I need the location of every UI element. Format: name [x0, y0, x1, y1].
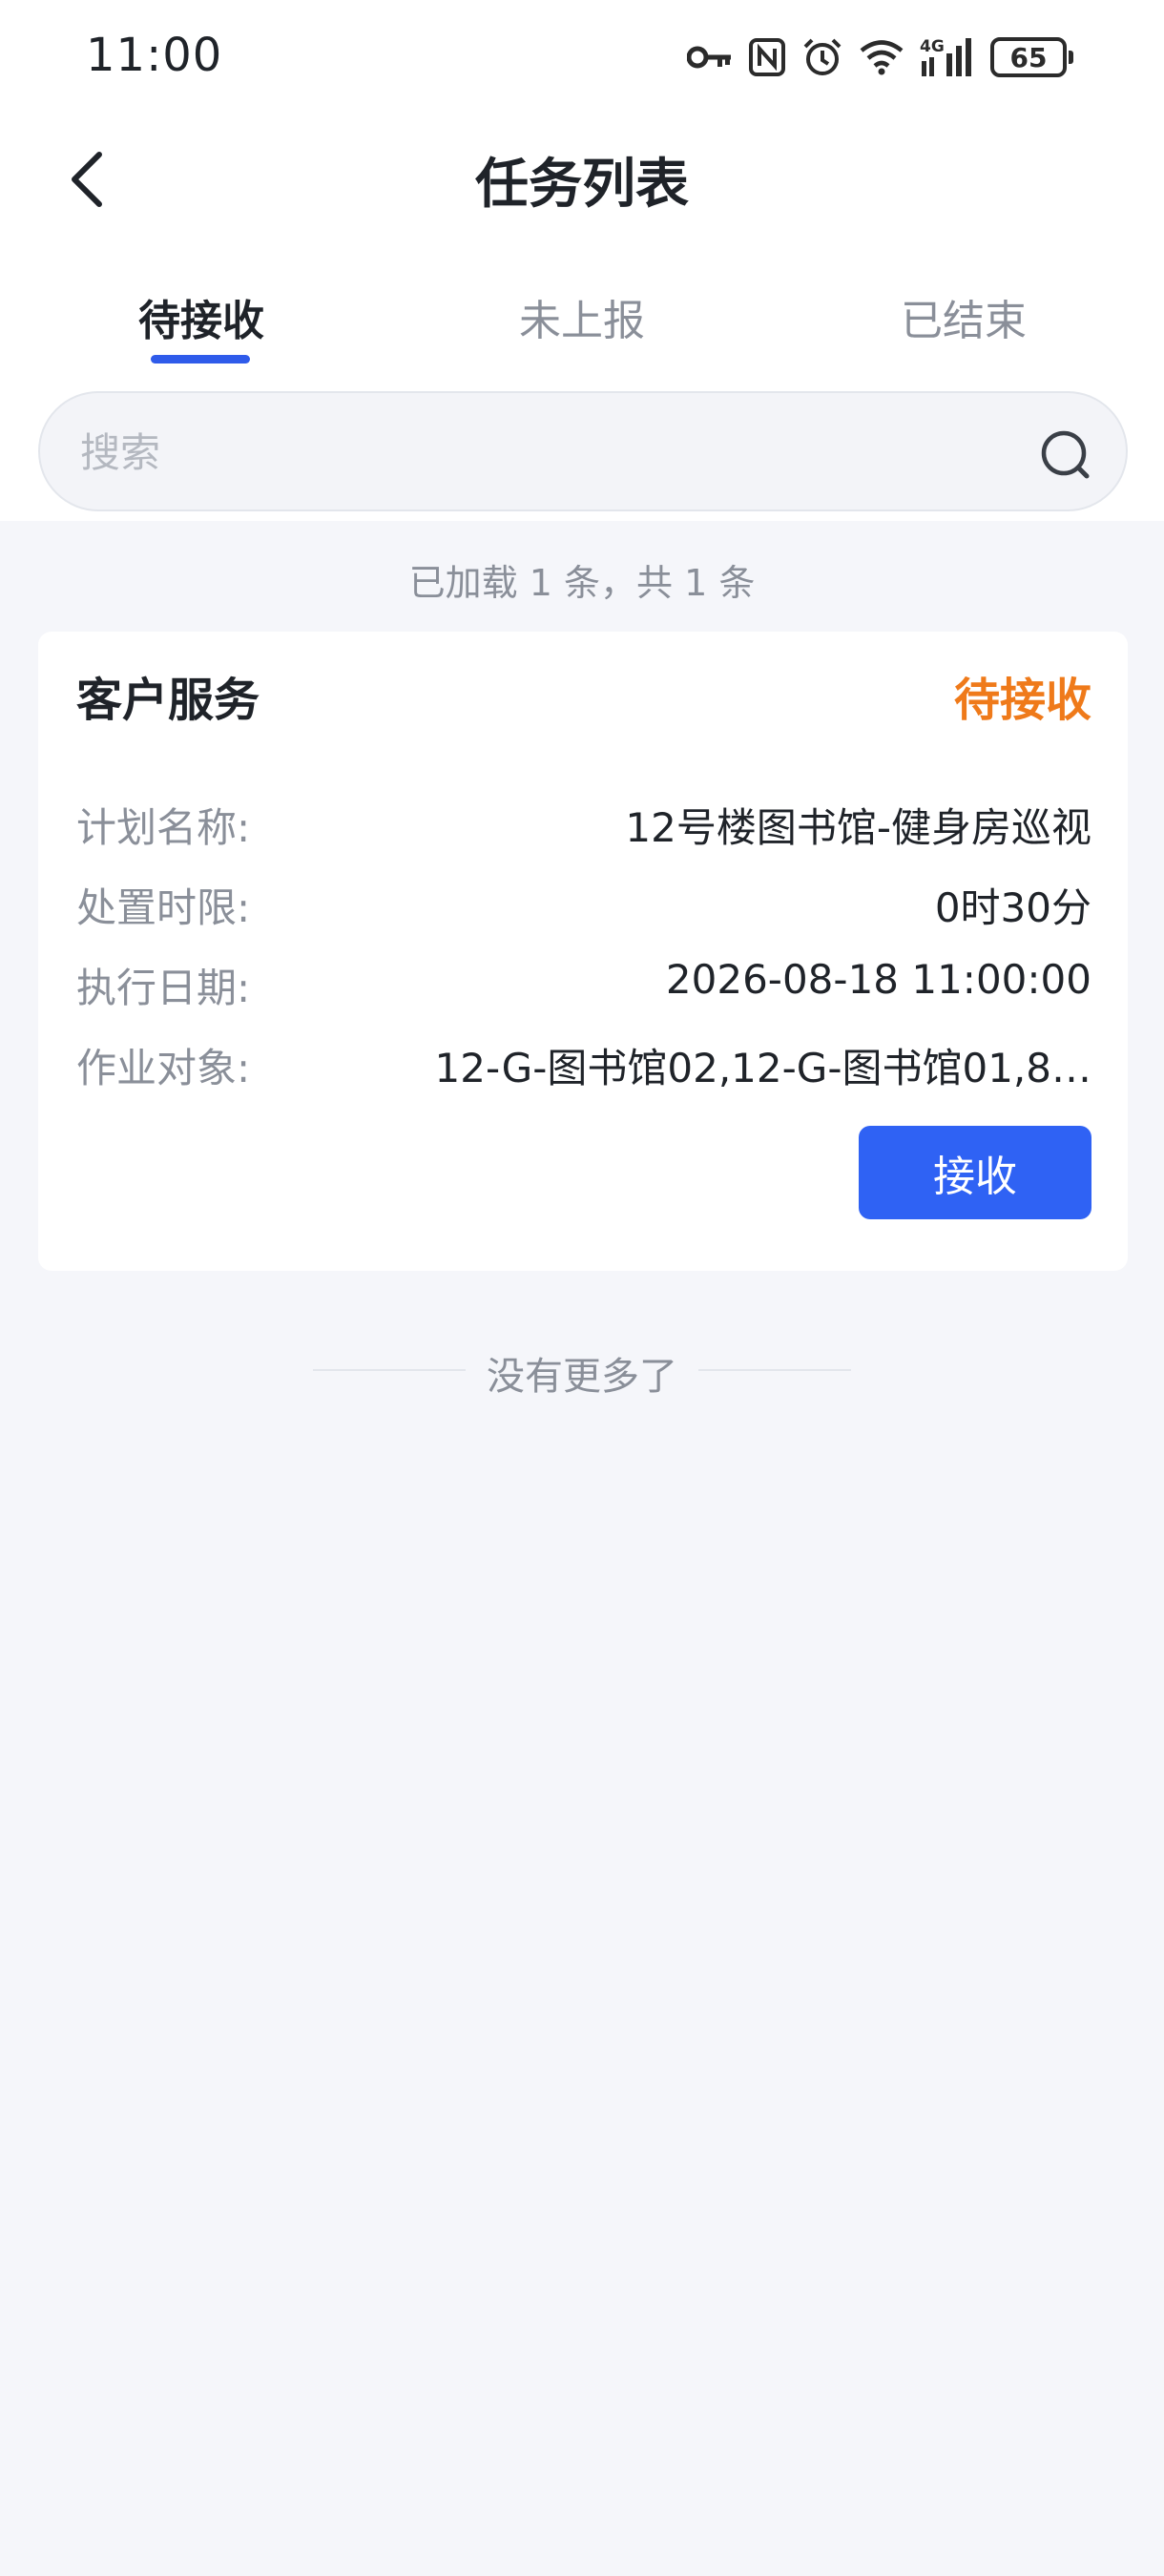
battery-icon: 65 — [990, 37, 1073, 77]
status-time: 11:00 — [86, 29, 223, 82]
tab-pending[interactable]: 待接收 — [10, 286, 392, 347]
plan-name-value: 12号楼图书馆-健身房巡视 — [625, 804, 1091, 851]
work-object-label: 作业对象: — [76, 1045, 251, 1091]
status-icons: 4G 65 — [687, 32, 1074, 82]
header: 任务列表 — [0, 124, 1164, 234]
active-tab-indicator — [151, 355, 250, 364]
search-bar — [38, 391, 1128, 511]
signal-icon: 4G — [920, 36, 975, 78]
plan-name-label: 计划名称: — [76, 804, 251, 851]
plan-name-row: 计划名称: 12号楼图书馆-健身房巡视 — [76, 796, 1091, 853]
task-card[interactable]: 客户服务 待接收 计划名称: 12号楼图书馆-健身房巡视 处置时限: 0时30分… — [38, 632, 1128, 1271]
battery-level: 65 — [1009, 41, 1048, 73]
status-badge: 待接收 — [953, 674, 1091, 727]
status-bar: 11:00 4G 65 — [0, 0, 1164, 114]
loaded-count-text: 已加载 1 条，共 1 条 — [408, 562, 756, 604]
task-title: 客户服务 — [76, 674, 260, 727]
no-more-text: 没有更多了 — [487, 1355, 677, 1399]
page-title: 任务列表 — [475, 154, 689, 216]
alarm-icon — [801, 36, 843, 78]
wifi-icon — [859, 38, 904, 76]
nfc-icon — [748, 37, 786, 77]
work-object-row: 作业对象: 12-G-图书馆02,12-G-图书馆01,8… — [76, 1036, 1091, 1093]
execution-date-label: 执行日期: — [76, 965, 251, 1011]
tab-bar: 待接收 未上报 已结束 — [0, 267, 1164, 372]
execution-date-value: 2026-08-18 11:00:00 — [665, 956, 1091, 1003]
search-icon[interactable] — [1038, 427, 1091, 481]
tab-finished[interactable]: 已结束 — [773, 286, 1154, 347]
tab-unreported[interactable]: 未上报 — [391, 286, 773, 347]
execution-date-row: 执行日期: 2026-08-18 11:00:00 — [76, 956, 1091, 1013]
search-input[interactable] — [78, 393, 998, 511]
network-type-label: 4G — [920, 37, 945, 56]
key-icon — [687, 43, 733, 72]
time-limit-value: 0时30分 — [934, 884, 1091, 931]
accept-button[interactable]: 接收 — [859, 1126, 1091, 1219]
time-limit-label: 处置时限: — [76, 884, 251, 931]
list-end-divider: 没有更多了 — [0, 1345, 1164, 1402]
work-object-value: 12-G-图书馆02,12-G-图书馆01,8… — [434, 1045, 1091, 1091]
divider-line-right — [698, 1369, 851, 1371]
time-limit-row: 处置时限: 0时30分 — [76, 876, 1091, 933]
